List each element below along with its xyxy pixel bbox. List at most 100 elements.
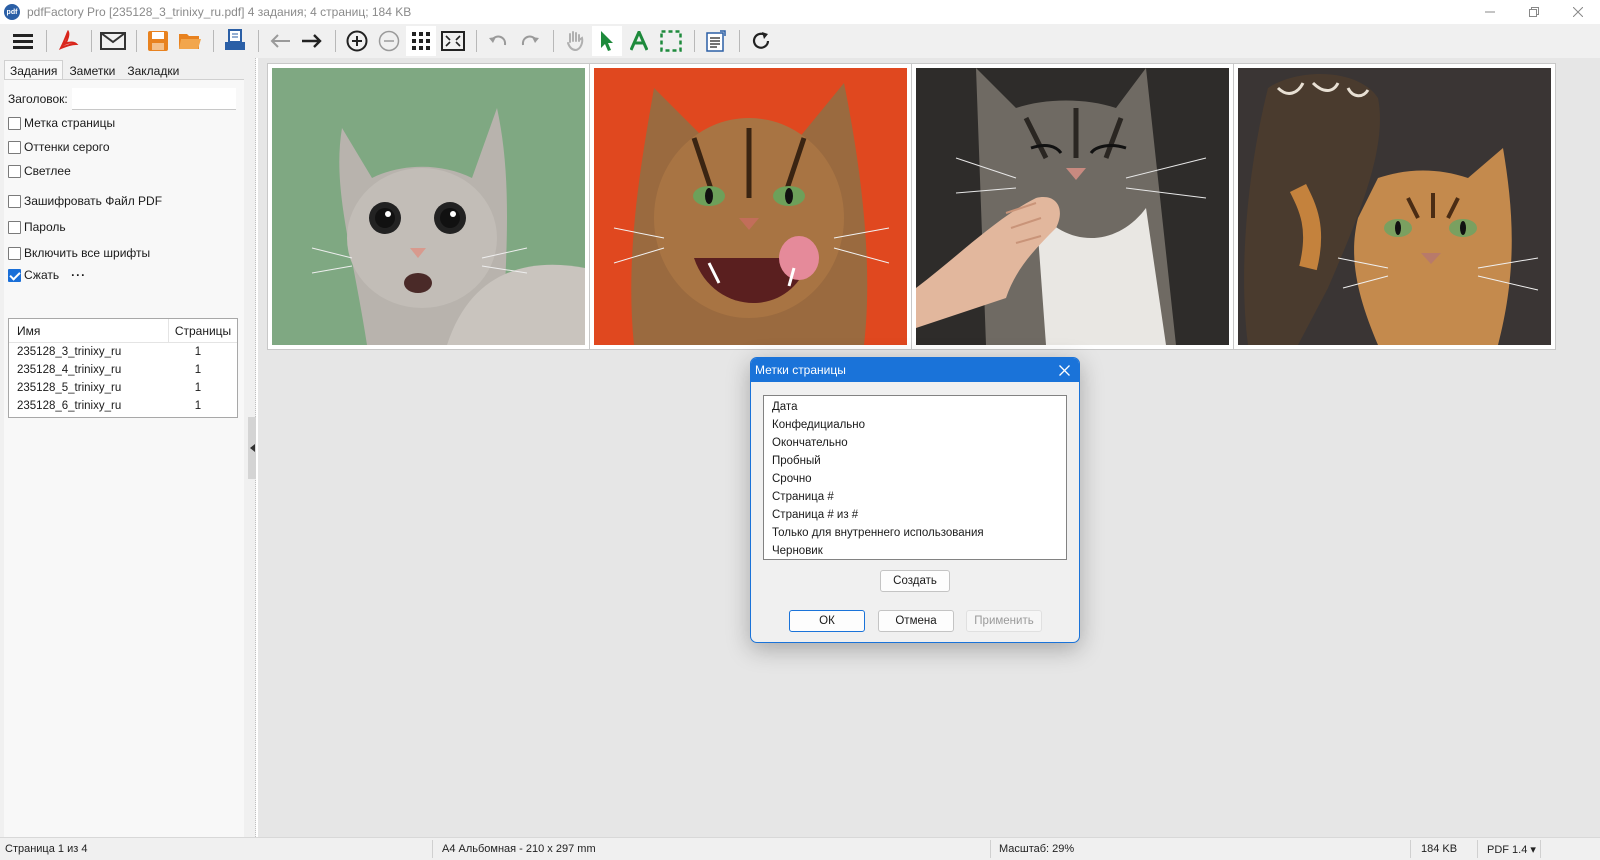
job-pages: 1 [194, 382, 202, 394]
option-grayscale[interactable]: Оттенки серого [8, 140, 110, 154]
apply-button[interactable]: Применить [966, 610, 1042, 632]
list-item[interactable]: Дата [772, 398, 1066, 416]
cursor-icon[interactable] [592, 26, 622, 56]
list-item[interactable]: Только для внутреннего использования [772, 524, 1066, 542]
compress-checkbox[interactable] [8, 268, 21, 282]
panel-collapse-handle[interactable] [248, 417, 256, 479]
zoom-in-icon[interactable] [342, 26, 372, 56]
page-thumb-2[interactable] [589, 63, 912, 350]
page-stamp-checkbox[interactable] [8, 116, 21, 130]
option-label: Метка страницы [24, 116, 116, 130]
job-name: 235128_3_trinixy_ru [17, 346, 122, 358]
list-item[interactable]: Страница # из # [772, 506, 1066, 524]
tab-bookmarks[interactable]: Закладки [121, 60, 185, 80]
option-label: Зашифровать Файл PDF [24, 194, 163, 208]
restore-button[interactable] [1512, 0, 1556, 24]
undo-icon[interactable] [483, 26, 513, 56]
password-checkbox[interactable] [8, 220, 21, 234]
option-password[interactable]: Пароль [8, 220, 66, 234]
close-icon[interactable] [1049, 358, 1079, 382]
properties-icon[interactable] [701, 26, 731, 56]
column-header-name[interactable]: Имя [9, 319, 169, 342]
hand-icon[interactable] [560, 26, 590, 56]
cat-photo-4 [1238, 68, 1551, 345]
arrow-right-icon[interactable] [297, 26, 327, 56]
job-name: 235128_5_trinixy_ru [17, 382, 122, 394]
title-bar: pdf pdfFactory Pro [235128_3_trinixy_ru.… [0, 0, 1600, 24]
app-logo-icon: pdf [4, 4, 20, 20]
toolbar-separator [258, 30, 259, 52]
option-encrypt[interactable]: Зашифровать Файл PDF [8, 194, 162, 208]
ok-button[interactable]: ОК [789, 610, 865, 632]
option-compress[interactable]: Сжать ··· [8, 268, 86, 282]
status-paper: A4 Альбомная - 210 x 297 mm [442, 843, 596, 855]
table-row[interactable]: 235128_3_trinixy_ru 1 [9, 343, 237, 361]
status-separator [1540, 840, 1541, 858]
page-thumb-3[interactable] [911, 63, 1234, 350]
option-label: Пароль [24, 220, 66, 234]
pdf-version-dropdown[interactable]: PDF 1.4 ▾ [1487, 843, 1536, 856]
list-item[interactable]: Срочно [772, 470, 1066, 488]
jobs-table-header: Имя Страницы [9, 319, 237, 343]
list-item[interactable]: Окончательно [772, 434, 1066, 452]
dialog-title-bar: Метки страницы [751, 358, 1079, 382]
cat-photo-3 [916, 68, 1229, 345]
option-lighter[interactable]: Светлее [8, 164, 71, 178]
stamp-list[interactable]: Дата Конфедициально Окончательно Пробный… [763, 395, 1067, 560]
page-thumb-4[interactable] [1233, 63, 1556, 350]
text-tool-icon[interactable] [624, 26, 654, 56]
status-zoom: Масштаб: 29% [999, 843, 1075, 855]
mail-icon[interactable] [98, 26, 128, 56]
save-icon[interactable] [143, 26, 173, 56]
option-embed-fonts[interactable]: Включить все шрифты [8, 246, 150, 260]
tab-notes[interactable]: Заметки [63, 60, 121, 80]
create-button[interactable]: Создать [880, 570, 950, 592]
left-panel: Задания Заметки Закладки Заголовок: Метк… [0, 58, 256, 837]
compress-more-button[interactable]: ··· [71, 268, 86, 282]
toolbar-separator [476, 30, 477, 52]
cancel-button[interactable]: Отмена [878, 610, 954, 632]
option-page-stamp[interactable]: Метка страницы [8, 116, 115, 130]
toolbar [0, 24, 1600, 58]
page-stamps-dialog: Метки страницы Дата Конфедициально Оконч… [750, 357, 1080, 643]
title-field-label: Заголовок: [8, 92, 68, 106]
table-row[interactable]: 235128_6_trinixy_ru 1 [9, 397, 237, 415]
table-row[interactable]: 235128_4_trinixy_ru 1 [9, 361, 237, 379]
option-label: Светлее [24, 164, 71, 178]
job-pages: 1 [194, 346, 202, 358]
fit-page-icon[interactable] [438, 26, 468, 56]
list-item[interactable]: Пробный [772, 452, 1066, 470]
grid-view-icon[interactable] [406, 26, 436, 56]
cat-photo-1 [272, 68, 585, 345]
table-row[interactable]: 235128_5_trinixy_ru 1 [9, 379, 237, 397]
list-item[interactable]: Черновик [772, 542, 1066, 560]
toolbar-separator [553, 30, 554, 52]
status-bar: Страница 1 из 4 A4 Альбомная - 210 x 297… [0, 837, 1600, 860]
close-window-button[interactable] [1556, 0, 1600, 24]
list-item[interactable]: Страница # [772, 488, 1066, 506]
jobs-panel: Заголовок: Метка страницы Оттенки серого… [4, 79, 244, 837]
arrow-left-icon[interactable] [265, 26, 295, 56]
toolbar-separator [213, 30, 214, 52]
window-title: pdfFactory Pro [235128_3_trinixy_ru.pdf]… [27, 5, 412, 19]
column-header-pages[interactable]: Страницы [169, 324, 237, 338]
tab-jobs[interactable]: Задания [4, 60, 64, 80]
print-icon[interactable] [220, 26, 250, 56]
zoom-out-icon[interactable] [374, 26, 404, 56]
minimize-button[interactable] [1468, 0, 1512, 24]
lighter-checkbox[interactable] [8, 164, 21, 178]
select-region-icon[interactable] [656, 26, 686, 56]
page-thumb-1[interactable] [267, 63, 590, 350]
refresh-icon[interactable] [746, 26, 776, 56]
embed-fonts-checkbox[interactable] [8, 246, 21, 260]
open-folder-icon[interactable] [175, 26, 205, 56]
title-input[interactable] [71, 88, 236, 110]
status-separator [432, 840, 433, 858]
toolbar-separator [46, 30, 47, 52]
list-item[interactable]: Конфедициально [772, 416, 1066, 434]
redo-icon[interactable] [515, 26, 545, 56]
encrypt-checkbox[interactable] [8, 194, 21, 208]
menu-icon[interactable] [8, 26, 38, 56]
grayscale-checkbox[interactable] [8, 140, 21, 154]
pdf-icon[interactable] [53, 26, 83, 56]
